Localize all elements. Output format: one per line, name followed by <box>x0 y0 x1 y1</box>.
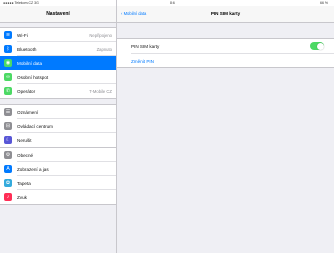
sim-pin-toggle[interactable] <box>310 42 324 50</box>
sidebar-item[interactable]: ⚙ Obecné <box>0 148 116 162</box>
sidebar-item-label: Tapeta <box>17 180 31 186</box>
sidebar-item-label: Wi-Fi <box>17 32 28 38</box>
sidebar-item-value: T-Mobile CZ <box>89 88 112 94</box>
notifications-icon: ☰ <box>4 108 12 116</box>
sidebar-item-label: Obecné <box>17 152 34 158</box>
battery-indicator: 66 % <box>320 1 328 5</box>
sidebar-item[interactable]: ✿ Tapeta <box>0 176 116 190</box>
gear-icon: ⚙ <box>4 151 12 159</box>
sidebar-item-label: Ovládací centrum <box>17 123 53 129</box>
brightness-icon: A <box>4 165 12 173</box>
sidebar-item-label: Oznámení <box>17 109 39 115</box>
change-pin-row[interactable]: Změnit PIN <box>117 54 334 68</box>
wallpaper-icon: ✿ <box>4 179 12 187</box>
bluetooth-icon: ᛒ <box>4 45 12 53</box>
sidebar-item[interactable]: ☰ Oznámení <box>0 105 116 119</box>
sidebar-title: Nastavení <box>46 11 70 17</box>
sidebar-header: Nastavení <box>0 6 116 23</box>
toggle-knob <box>316 42 324 50</box>
wifi-icon: ≋ <box>4 31 12 39</box>
sidebar-item-label: Bluetooth <box>17 46 37 52</box>
sim-pin-group: PIN SIM karty Změnit PIN <box>117 38 334 68</box>
settings-group: ☰ Oznámení ⊟ Ovládací centrum ☾ Nerušit <box>0 104 116 148</box>
sidebar-item[interactable]: ♪ Zvuk <box>0 190 116 204</box>
sidebar-item[interactable]: ≋ Wi-Fi Nepřipojeno <box>0 28 116 42</box>
sidebar-item-value: Zapnuto <box>96 46 112 52</box>
carrier-label: ●●●●● Telekom.CZ 3G <box>3 1 39 5</box>
phone-icon: ✆ <box>4 87 12 95</box>
sidebar-item[interactable]: ◉ Mobilní data <box>0 56 116 70</box>
sim-pin-label: PIN SIM karty <box>131 43 160 49</box>
sidebar-item-label: Osobní hotspot <box>17 74 49 80</box>
sidebar-item[interactable]: ⊟ Ovládací centrum <box>0 119 116 133</box>
sidebar-item[interactable]: ᛒ Bluetooth Zapnuto <box>0 42 116 56</box>
sidebar-item[interactable]: ☾ Nerušit <box>0 133 116 147</box>
antenna-icon: ◉ <box>4 59 12 67</box>
clock: 8:6 <box>170 1 175 5</box>
sound-icon: ♪ <box>4 193 12 201</box>
detail-navbar: ‹ Mobilní data PIN SIM karty <box>117 6 334 23</box>
sidebar-item[interactable]: ✆ Operátor T-Mobile CZ <box>0 84 116 98</box>
sidebar-item-label: Nerušit <box>17 137 32 143</box>
settings-group: ≋ Wi-Fi Nepřipojeno ᛒ Bluetooth Zapnuto ◉ Mobil… <box>0 27 116 99</box>
detail-title: PIN SIM karty <box>210 11 241 16</box>
sidebar-item[interactable]: ∞ Osobní hotspot <box>0 70 116 84</box>
hotspot-icon: ∞ <box>4 73 12 81</box>
sidebar-item-label: Zobrazení a jas <box>17 166 49 172</box>
sidebar-item-value: Nepřipojeno <box>89 32 112 38</box>
control-center-icon: ⊟ <box>4 122 12 130</box>
sim-pin-row: PIN SIM karty <box>117 39 334 53</box>
sidebar-item-label: Zvuk <box>17 194 27 200</box>
settings-group: ⚙ Obecné A Zobrazení a jas ✿ Tapeta ♪ Zvuk <box>0 147 116 205</box>
sidebar-item-label: Operátor <box>17 88 36 94</box>
settings-sidebar: Nastavení ≋ Wi-Fi Nepřipojeno ᛒ Bluetooth Zap… <box>0 6 116 253</box>
sidebar-item[interactable]: A Zobrazení a jas <box>0 162 116 176</box>
moon-icon: ☾ <box>4 136 12 144</box>
change-pin-link[interactable]: Změnit PIN <box>131 59 154 64</box>
sidebar-item-label: Mobilní data <box>17 60 43 66</box>
